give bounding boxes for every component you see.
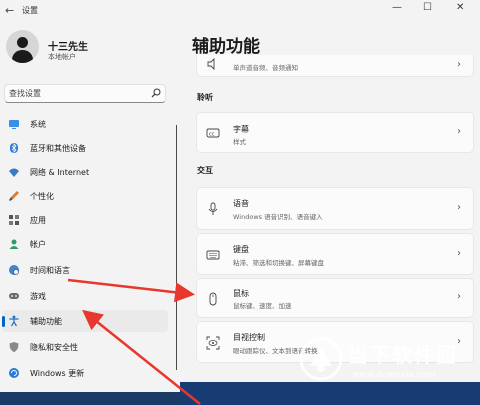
card-desc: 粘滞、筛选和切换键、屏幕键盘 bbox=[233, 259, 324, 267]
speech-card[interactable]: 语音 Windows 语音识别、语音键入 › bbox=[196, 187, 474, 230]
sidebar-item-windows-update[interactable]: Windows 更新 bbox=[2, 362, 168, 384]
person-icon bbox=[9, 239, 19, 249]
keyboard-card[interactable]: 键盘 粘滞、筛选和切换键、屏幕键盘 › bbox=[196, 233, 474, 275]
sidebar-item-label: 应用 bbox=[30, 216, 46, 225]
sidebar-item-label: 个性化 bbox=[30, 192, 54, 201]
monitor-icon bbox=[9, 120, 19, 129]
sidebar-item-label: 系统 bbox=[30, 120, 46, 129]
captions-card[interactable]: cc 字幕 样式 › bbox=[196, 112, 474, 153]
section-hearing: 聆听 bbox=[197, 93, 213, 102]
card-desc: 样式 bbox=[233, 138, 246, 146]
chevron-right-icon: › bbox=[457, 126, 461, 137]
chevron-right-icon: › bbox=[457, 202, 461, 213]
scrollbar[interactable] bbox=[176, 125, 177, 370]
speaker-icon bbox=[207, 57, 215, 71]
card-title: 目视控制 bbox=[233, 333, 265, 342]
title-bar: ← 设置 — ☐ ✕ bbox=[0, 0, 480, 22]
audio-card[interactable]: 单声道音频、音频通知 › bbox=[196, 55, 474, 77]
sidebar-item-bluetooth[interactable]: 蓝牙和其他设备 bbox=[2, 137, 168, 159]
sidebar-item-system[interactable]: 系统 bbox=[2, 113, 168, 135]
card-desc: Windows 语音识别、语音键入 bbox=[233, 213, 323, 221]
search-box[interactable] bbox=[4, 84, 166, 103]
sidebar-item-label: 蓝牙和其他设备 bbox=[30, 144, 86, 153]
watermark-logo bbox=[299, 337, 343, 381]
sidebar-item-accessibility[interactable]: 辅助功能 bbox=[2, 310, 168, 332]
watermark-url: www.downxia.com bbox=[352, 370, 436, 380]
chevron-right-icon: › bbox=[457, 291, 461, 302]
chevron-right-icon: › bbox=[457, 59, 461, 70]
search-icon[interactable] bbox=[151, 88, 161, 98]
avatar bbox=[6, 30, 39, 63]
brush-icon bbox=[9, 191, 19, 201]
shield-icon bbox=[9, 342, 19, 352]
chevron-right-icon: › bbox=[457, 248, 461, 259]
card-title: 语音 bbox=[233, 199, 249, 208]
sidebar-item-time-language[interactable]: 时间和语言 bbox=[2, 259, 168, 281]
window-title: 设置 bbox=[22, 6, 38, 15]
sidebar-item-label: 隐私和安全性 bbox=[30, 343, 78, 352]
wifi-icon bbox=[9, 168, 19, 177]
minimize-button[interactable]: — bbox=[392, 2, 402, 13]
watermark: 当下软件园 www.downxia.com bbox=[298, 336, 476, 388]
sidebar-item-personalization[interactable]: 个性化 bbox=[2, 185, 168, 207]
card-desc: 鼠标键、速度、加速 bbox=[233, 302, 292, 310]
back-arrow-icon[interactable]: ← bbox=[5, 4, 14, 17]
sidebar-item-privacy[interactable]: 隐私和安全性 bbox=[2, 336, 168, 358]
gamepad-icon bbox=[9, 293, 19, 299]
sidebar-item-label: 网络 & Internet bbox=[30, 168, 90, 177]
sidebar-item-label: 游戏 bbox=[30, 292, 46, 301]
account-type: 本地帐户 bbox=[48, 53, 76, 61]
bluetooth-icon bbox=[10, 143, 18, 153]
card-title: 键盘 bbox=[233, 245, 249, 254]
sidebar-item-network[interactable]: 网络 & Internet bbox=[2, 161, 168, 183]
audio-card-desc: 单声道音频、音频通知 bbox=[233, 64, 298, 72]
active-indicator bbox=[2, 316, 5, 327]
sidebar-item-gaming[interactable]: 游戏 bbox=[2, 285, 168, 307]
sidebar-item-accounts[interactable]: 帐户 bbox=[2, 233, 168, 255]
close-button[interactable]: ✕ bbox=[456, 2, 464, 13]
page-title: 辅助功能 bbox=[192, 37, 260, 57]
accessibility-icon bbox=[9, 315, 19, 327]
apps-icon bbox=[9, 215, 19, 225]
desktop-background-left bbox=[0, 392, 180, 405]
maximize-button[interactable]: ☐ bbox=[423, 2, 432, 13]
watermark-name: 当下软件园 bbox=[348, 343, 458, 367]
update-icon bbox=[9, 368, 19, 378]
sidebar-item-label: 时间和语言 bbox=[30, 266, 70, 275]
globe-clock-icon bbox=[9, 265, 19, 275]
sidebar-item-label: Windows 更新 bbox=[30, 369, 85, 378]
section-interaction: 交互 bbox=[197, 166, 213, 175]
sidebar-item-apps[interactable]: 应用 bbox=[2, 209, 168, 231]
mouse-icon bbox=[209, 292, 217, 306]
captions-icon: cc bbox=[206, 128, 220, 138]
card-title: 鼠标 bbox=[233, 289, 249, 298]
keyboard-icon bbox=[206, 250, 220, 260]
mouse-card[interactable]: 鼠标 鼠标键、速度、加速 › bbox=[196, 278, 474, 318]
microphone-icon bbox=[208, 202, 218, 215]
svg-text:cc: cc bbox=[209, 132, 215, 138]
sidebar-item-label: 辅助功能 bbox=[30, 317, 62, 326]
eye-control-icon bbox=[206, 336, 220, 350]
sidebar-item-label: 帐户 bbox=[30, 240, 46, 249]
card-title: 字幕 bbox=[233, 125, 249, 134]
user-name: 十三先生 bbox=[48, 42, 88, 53]
search-input[interactable] bbox=[9, 87, 149, 100]
